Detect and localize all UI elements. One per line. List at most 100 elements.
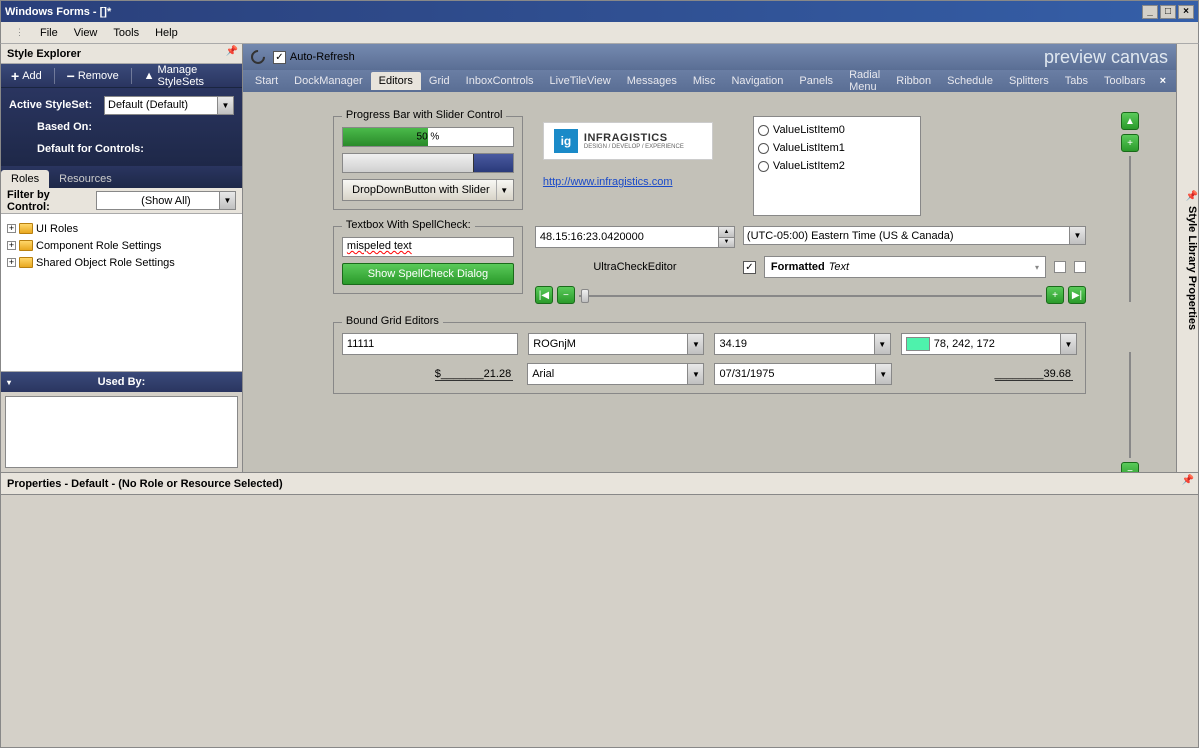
remove-button[interactable]: −Remove <box>63 66 123 86</box>
tab-dockmanager[interactable]: DockManager <box>286 72 370 90</box>
expand-icon[interactable]: + <box>7 258 16 267</box>
minus-button[interactable]: − <box>557 286 575 304</box>
tab-tabs[interactable]: Tabs <box>1057 72 1096 90</box>
grid-cell[interactable]: 34.19▼ <box>714 333 890 355</box>
tab-navigation[interactable]: Navigation <box>723 72 791 90</box>
grid-cell[interactable]: ROGnjM▼ <box>528 333 704 355</box>
vertical-slider-2[interactable]: − ▼ <box>1112 352 1148 472</box>
menu-tools[interactable]: Tools <box>107 25 145 41</box>
tab-grid[interactable]: Grid <box>421 72 458 90</box>
chevron-down-icon[interactable]: ▼ <box>1060 334 1076 354</box>
active-styleset-label: Active StyleSet: <box>9 99 104 111</box>
style-library-tab[interactable]: 📌 Style Library Properties <box>1176 44 1198 472</box>
slider-bar[interactable] <box>342 153 514 173</box>
spellcheck-button[interactable]: Show SpellCheck Dialog <box>342 263 514 285</box>
formatted-text-editor[interactable]: Formatted Text ▾ <box>764 256 1046 278</box>
chevron-down-icon[interactable]: ▼ <box>217 97 233 114</box>
tab-ribbon[interactable]: Ribbon <box>888 72 939 90</box>
title-bar: Windows Forms - []* _ □ × <box>0 0 1199 22</box>
radio-item[interactable]: ValueListItem0 <box>758 121 916 139</box>
first-button[interactable]: |◀ <box>535 286 553 304</box>
grid-cell[interactable]: 11111 <box>342 333 518 355</box>
small-box[interactable] <box>1054 261 1066 273</box>
chevron-down-icon[interactable]: ▼ <box>219 192 235 209</box>
chevron-down-icon[interactable]: ▼ <box>687 334 703 354</box>
track[interactable] <box>579 287 1042 303</box>
refresh-icon[interactable] <box>248 47 268 67</box>
small-box[interactable] <box>1074 261 1086 273</box>
timezone-combo[interactable]: (UTC-05:00) Eastern Time (US & Canada)▼ <box>743 226 1086 245</box>
chevron-down-icon[interactable]: ▼ <box>496 180 512 200</box>
tab-schedule[interactable]: Schedule <box>939 72 1001 90</box>
chevron-down-icon[interactable]: ▼ <box>1069 227 1085 244</box>
radio-icon[interactable] <box>758 161 769 172</box>
tab-start[interactable]: Start <box>247 72 286 90</box>
menu-view[interactable]: View <box>68 25 104 41</box>
expand-icon[interactable]: + <box>7 241 16 250</box>
window-title: Windows Forms - []* <box>5 6 1140 18</box>
tab-livetile[interactable]: LiveTileView <box>542 72 619 90</box>
pin-icon[interactable]: 📌 <box>1182 475 1194 486</box>
thumb-icon[interactable] <box>581 289 589 303</box>
roles-tree[interactable]: +UI Roles +Component Role Settings +Shar… <box>1 214 242 372</box>
grid-cell[interactable]: $_______21.28 <box>342 363 517 385</box>
radio-icon[interactable] <box>758 125 769 136</box>
last-button[interactable]: ▶| <box>1068 286 1086 304</box>
plus-button[interactable]: + <box>1046 286 1064 304</box>
tab-inbox[interactable]: InboxControls <box>458 72 542 90</box>
check-editor[interactable]: ✓ <box>743 261 756 274</box>
chevron-down-icon[interactable]: ▼ <box>875 364 891 384</box>
minus-button[interactable]: − <box>1121 462 1139 472</box>
tab-roles[interactable]: Roles <box>1 170 49 188</box>
close-button[interactable]: × <box>1178 5 1194 19</box>
preview-tabs: Start DockManager Editors Grid InboxCont… <box>243 70 1176 92</box>
spin-down-icon[interactable]: ▼ <box>718 238 734 248</box>
grid-cell[interactable]: ________39.68 <box>902 363 1077 385</box>
spin-up-icon[interactable]: ▲ <box>718 227 734 238</box>
plus-button[interactable]: + <box>1121 134 1139 152</box>
dropdown-button[interactable]: DropDownButton with Slider ▼ <box>342 179 514 201</box>
menu-help[interactable]: Help <box>149 25 184 41</box>
infragistics-link[interactable]: http://www.infragistics.com <box>543 176 673 188</box>
vertical-slider-1[interactable]: ▲ + <box>1112 112 1148 302</box>
pin-icon[interactable]: 📌 <box>1186 191 1198 202</box>
tab-panels[interactable]: Panels <box>791 72 841 90</box>
maximize-button[interactable]: □ <box>1160 5 1176 19</box>
chevron-down-icon[interactable]: ▼ <box>874 334 890 354</box>
add-button[interactable]: +Add <box>7 66 46 86</box>
tree-node[interactable]: +Shared Object Role Settings <box>7 254 236 271</box>
filter-combo[interactable]: (Show All) ▼ <box>96 191 236 210</box>
tab-close-icon[interactable]: × <box>1154 75 1172 87</box>
expand-icon[interactable]: + <box>7 224 16 233</box>
grid-cell[interactable]: 78, 242, 172▼ <box>901 333 1077 355</box>
timespan-input[interactable]: 48.15:16:23.0420000 ▲▼ <box>535 226 735 248</box>
tab-misc[interactable]: Misc <box>685 72 724 90</box>
menu-file[interactable]: File <box>34 25 64 41</box>
radio-icon[interactable] <box>758 143 769 154</box>
tab-messages[interactable]: Messages <box>619 72 685 90</box>
radio-item[interactable]: ValueListItem2 <box>758 157 916 175</box>
value-list[interactable]: ValueListItem0 ValueListItem1 ValueListI… <box>753 116 921 216</box>
tab-splitters[interactable]: Splitters <box>1001 72 1057 90</box>
tree-node[interactable]: +Component Role Settings <box>7 237 236 254</box>
tab-resources[interactable]: Resources <box>49 170 122 188</box>
chevron-down-icon[interactable]: ▼ <box>687 364 703 384</box>
chevron-down-icon[interactable]: ▾ <box>7 378 11 387</box>
tree-node[interactable]: +UI Roles <box>7 220 236 237</box>
auto-refresh-check[interactable]: ✓ Auto-Refresh <box>273 51 355 64</box>
up-button[interactable]: ▲ <box>1121 112 1139 130</box>
checkbox-icon[interactable]: ✓ <box>273 51 286 64</box>
spell-input[interactable]: mispeled text <box>342 237 514 257</box>
tab-editors[interactable]: Editors <box>371 72 421 90</box>
used-by-header[interactable]: ▾ Used By: <box>1 372 242 392</box>
radio-item[interactable]: ValueListItem1 <box>758 139 916 157</box>
trackbar[interactable]: |◀ − + ▶| <box>535 286 1086 304</box>
grid-cell[interactable]: 07/31/1975▼ <box>714 363 891 385</box>
manage-button[interactable]: ▲Manage StyleSets <box>140 62 236 90</box>
pin-icon[interactable]: 📌 <box>225 46 237 57</box>
active-styleset-combo[interactable]: Default (Default) ▼ <box>104 96 234 115</box>
grid-cell[interactable]: Arial▼ <box>527 363 704 385</box>
logo-icon: ig <box>554 129 578 153</box>
tab-toolbars[interactable]: Toolbars <box>1096 72 1154 90</box>
minimize-button[interactable]: _ <box>1142 5 1158 19</box>
